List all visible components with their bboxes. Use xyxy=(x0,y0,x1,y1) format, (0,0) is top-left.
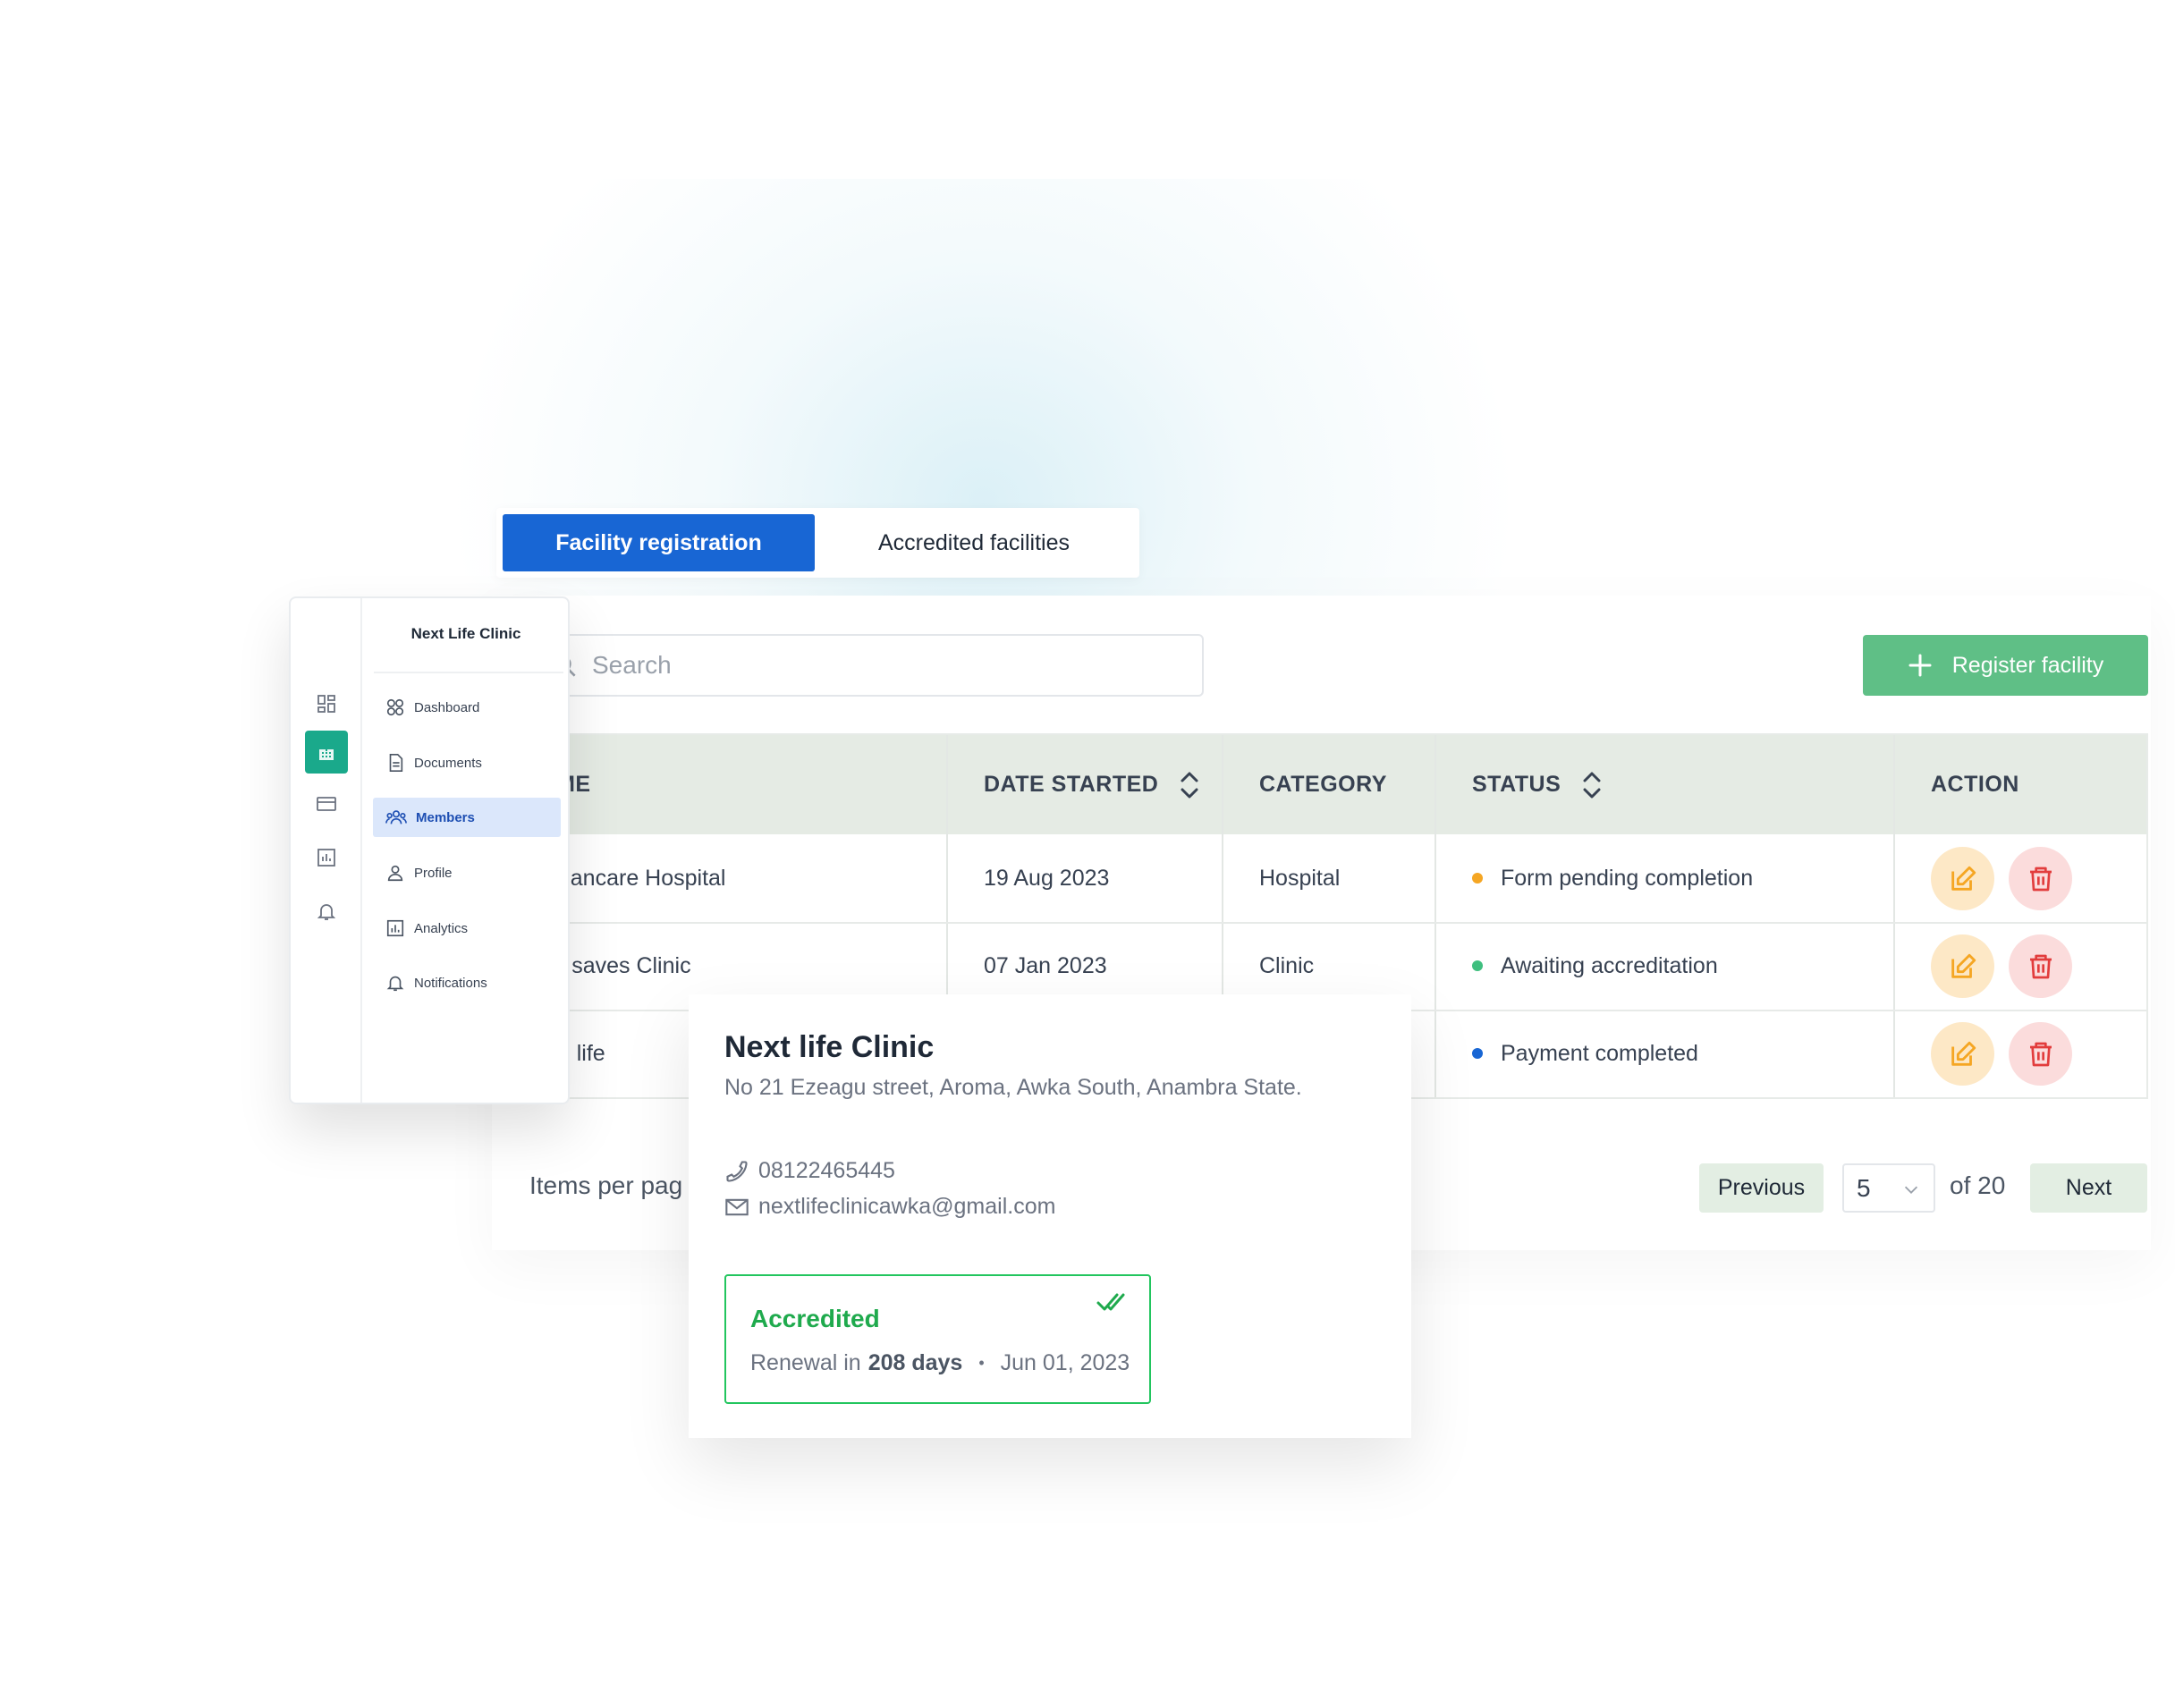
facility-title: Next life Clinic xyxy=(724,1030,935,1064)
delete-button[interactable] xyxy=(2009,847,2072,910)
status-dot xyxy=(1472,1048,1483,1059)
trash-icon xyxy=(2029,867,2052,891)
column-header-status: STATUS xyxy=(1472,735,1602,834)
sidebar-item-label: Profile xyxy=(414,865,453,881)
delete-button[interactable] xyxy=(2009,1022,2072,1086)
renewal-prefix: Renewal in xyxy=(750,1350,861,1375)
current-page-value: 5 xyxy=(1857,1173,1871,1202)
cell-status: Awaiting accreditation xyxy=(1472,922,1718,1010)
dashboard-icon xyxy=(386,698,404,716)
status-text: Awaiting accreditation xyxy=(1501,952,1718,978)
column-header-label: ACTION xyxy=(1931,772,2019,797)
tab-bar: Facility registration Accredited facilit… xyxy=(496,508,1139,578)
facility-address: No 21 Ezeagu street, Aroma, Awka South, … xyxy=(724,1075,1302,1100)
register-facility-button[interactable]: Register facility xyxy=(1863,635,2148,696)
page-total-label: of 20 xyxy=(1950,1171,2006,1199)
sidebar-divider xyxy=(374,672,563,673)
delete-button[interactable] xyxy=(2009,934,2072,998)
accreditation-status: Accredited xyxy=(750,1305,880,1332)
phone-icon xyxy=(726,1160,748,1182)
double-check-icon xyxy=(1096,1293,1125,1311)
document-icon xyxy=(389,754,403,772)
status-text: Payment completed xyxy=(1501,1040,1698,1066)
tab-accredited-facilities[interactable]: Accredited facilities xyxy=(815,514,1133,571)
edit-icon xyxy=(1951,953,1976,978)
mail-icon xyxy=(725,1198,749,1215)
page-select[interactable]: 5 xyxy=(1842,1163,1935,1213)
cell-category: Hospital xyxy=(1259,865,1341,891)
facility-detail-card: Next life Clinic No 21 Ezeagu street, Ar… xyxy=(689,994,1411,1438)
edit-icon xyxy=(1951,1041,1976,1066)
status-text: Form pending completion xyxy=(1501,865,1754,891)
trash-icon xyxy=(2029,1042,2052,1066)
email-row: nextlifeclinicawka@gmail.com xyxy=(724,1194,1055,1220)
accreditation-date: Jun 01, 2023 xyxy=(1000,1350,1130,1375)
sidebar-item-documents[interactable]: Documents xyxy=(373,743,561,782)
hospital-icon[interactable] xyxy=(305,731,348,774)
card-icon[interactable] xyxy=(305,782,348,825)
status-dot xyxy=(1472,960,1483,971)
sidebar-item-analytics[interactable]: Analytics xyxy=(373,909,561,948)
tab-facility-registration[interactable]: Facility registration xyxy=(503,514,815,571)
edit-button[interactable] xyxy=(1931,847,1994,910)
sidebar-title: Next Life Clinic xyxy=(410,625,521,642)
chart-icon[interactable] xyxy=(305,836,348,879)
sidebar-item-notifications[interactable]: Notifications xyxy=(373,963,561,1002)
column-header-label: CATEGORY xyxy=(1259,772,1387,797)
profile-icon xyxy=(387,865,403,882)
trash-icon xyxy=(2029,954,2052,978)
search-input[interactable] xyxy=(592,651,1202,680)
analytics-icon xyxy=(386,919,404,937)
items-per-page-label: Items per pag xyxy=(529,1171,683,1199)
previous-button[interactable]: Previous xyxy=(1699,1163,1824,1213)
table-row[interactable]: Humancare Hospital 19 Aug 2023 Hospital For… xyxy=(494,834,2146,922)
sidebar-item-profile[interactable]: Profile xyxy=(373,853,561,892)
sidebar-item-dashboard[interactable]: Dashboard xyxy=(373,688,561,727)
facility-email: nextlifeclinicawka@gmail.com xyxy=(758,1194,1056,1219)
edit-button[interactable] xyxy=(1931,934,1994,998)
edit-button[interactable] xyxy=(1931,1022,1994,1086)
sidebar-card: Next Life Clinic Dashboard Documents Mem… xyxy=(289,596,570,1104)
accreditation-box: Accredited Renewal in 208 days • Jun 01,… xyxy=(724,1274,1151,1404)
cell-status: Form pending completion xyxy=(1472,834,1753,922)
grid-icon[interactable] xyxy=(305,682,348,725)
renewal-info: Renewal in 208 days • Jun 01, 2023 xyxy=(750,1350,1130,1376)
cell-status: Payment completed xyxy=(1472,1010,1698,1097)
column-header-label: STATUS xyxy=(1472,772,1561,797)
edit-icon xyxy=(1951,866,1976,891)
bell-icon xyxy=(386,976,404,992)
separator-dot: • xyxy=(978,1354,985,1372)
sort-status-icon[interactable] xyxy=(1582,770,1602,800)
register-facility-label: Register facility xyxy=(1951,652,2104,678)
column-header-label: DATE STARTED xyxy=(984,772,1159,797)
status-dot xyxy=(1472,873,1483,884)
search-bar xyxy=(537,634,1204,697)
column-header-date-started: DATE STARTED xyxy=(984,735,1199,834)
sidebar-item-label: Notifications xyxy=(414,975,487,991)
plus-icon xyxy=(1908,654,1932,677)
members-icon xyxy=(385,810,407,824)
chevron-down-icon xyxy=(1904,1186,1918,1194)
sidebar-item-label: Documents xyxy=(414,755,482,771)
sort-date-icon[interactable] xyxy=(1180,770,1199,800)
sidebar-item-label: Dashboard xyxy=(414,699,480,715)
sidebar-item-members[interactable]: Members xyxy=(373,798,561,837)
sidebar-item-label: Analytics xyxy=(414,920,469,936)
icon-rail xyxy=(291,598,362,1103)
column-header-category: CATEGORY xyxy=(1259,735,1387,834)
cell-date: 19 Aug 2023 xyxy=(984,865,1110,891)
next-button[interactable]: Next xyxy=(2030,1163,2147,1213)
bell-icon[interactable] xyxy=(305,890,348,933)
sidebar-item-label: Members xyxy=(416,809,475,825)
renewal-days: 208 days xyxy=(867,1350,963,1375)
phone-row: 08122465445 xyxy=(724,1158,895,1184)
column-header-action: ACTION xyxy=(1931,735,2019,834)
facility-phone: 08122465445 xyxy=(758,1158,895,1183)
